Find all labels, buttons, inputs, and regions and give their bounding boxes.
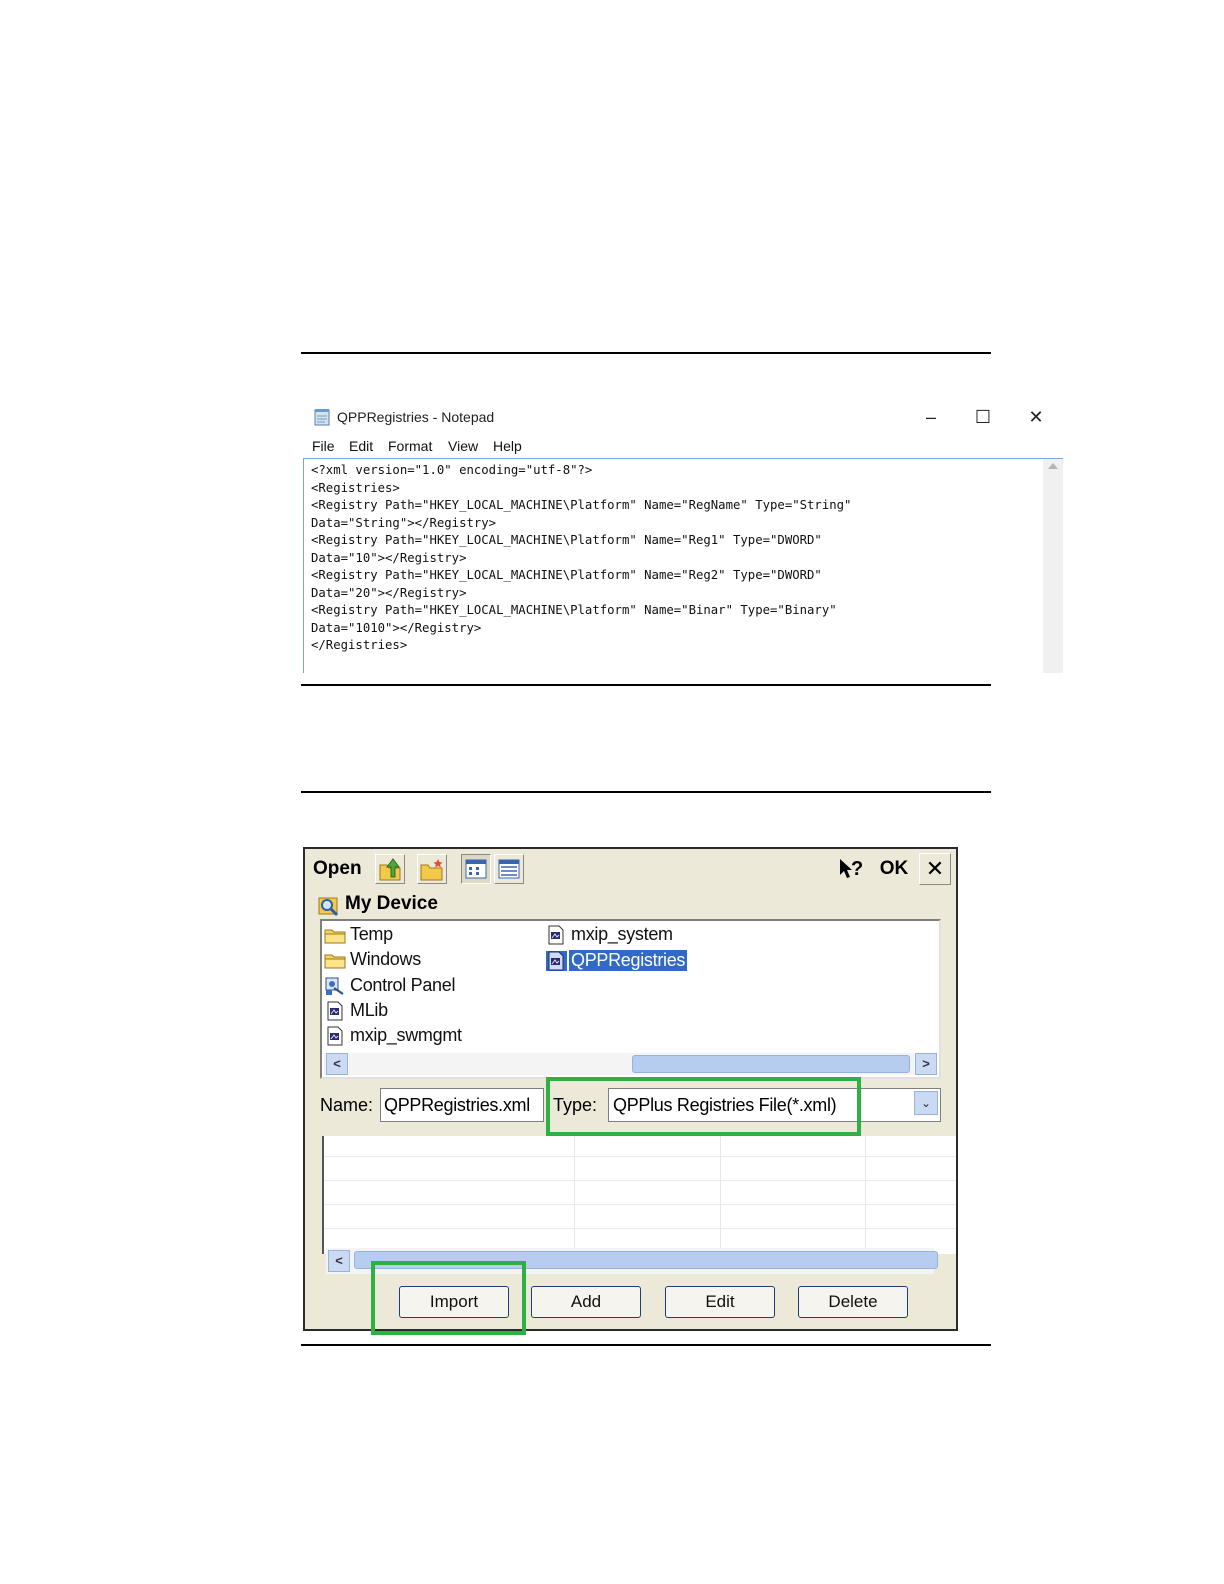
scroll-right-button[interactable]: > (915, 1053, 937, 1075)
delete-button[interactable]: Delete (798, 1286, 908, 1318)
menu-edit[interactable]: Edit (349, 438, 373, 454)
menu-format[interactable]: Format (388, 438, 432, 454)
dropdown-arrow-icon[interactable]: ⌄ (914, 1091, 938, 1115)
menu-help[interactable]: Help (493, 438, 522, 454)
xml-line: <?xml version="1.0" encoding="utf-8"?> (311, 463, 593, 477)
scroll-thumb[interactable] (632, 1055, 910, 1073)
file-label: mxip_system (571, 924, 673, 944)
grid-row-line (324, 1180, 956, 1181)
xml-line: <Registry Path="HKEY_LOCAL_MACHINE\Platf… (311, 533, 822, 547)
scroll-up-arrow-icon[interactable] (1048, 463, 1058, 469)
name-input[interactable]: QPPRegistries.xml (380, 1088, 544, 1122)
xml-line: Data="String"></Registry> (311, 515, 497, 530)
grid-divider (720, 1136, 721, 1248)
xml-line: Data="10"></Registry> (311, 550, 467, 565)
list-view-button[interactable] (461, 854, 491, 884)
file-list-horizontal-scrollbar[interactable]: < > (324, 1053, 937, 1075)
file-label: Windows (350, 949, 421, 969)
add-button[interactable]: Add (531, 1286, 641, 1318)
document-icon (327, 1001, 343, 1021)
details-view-button[interactable] (494, 854, 524, 884)
name-label: Name: (320, 1095, 374, 1115)
scroll-left-button[interactable]: < (326, 1053, 348, 1075)
grid-row-line (324, 1228, 956, 1229)
control-panel-icon (325, 977, 344, 995)
xml-line: Data="20"></Registry> (311, 585, 467, 600)
help-label: ? (851, 858, 864, 880)
xml-line: <Registries> (311, 480, 400, 495)
notepad-titlebar: QPPRegistries - Notepad – ☐ ✕ (302, 398, 1064, 436)
file-list[interactable]: Temp Windows Control Panel MLib mxip_swm… (320, 919, 941, 1079)
registry-grid[interactable]: < (322, 1136, 956, 1274)
up-folder-icon (379, 858, 401, 881)
details-view-icon (498, 859, 520, 879)
dialog-title: Open (313, 858, 362, 879)
separator-rule-2 (301, 684, 991, 686)
grid-row-line (324, 1156, 956, 1157)
document-icon (546, 951, 567, 971)
grid-divider (865, 1136, 866, 1248)
xml-line: Data="1010"></Registry> (311, 620, 482, 635)
notepad-window: QPPRegistries - Notepad – ☐ ✕ File Edit … (302, 398, 1064, 673)
file-label: Temp (350, 924, 393, 944)
notepad-menubar: File Edit Format View Help (302, 436, 1064, 458)
xml-line: <Registry Path="HKEY_LOCAL_MACHINE\Platf… (311, 568, 822, 582)
new-folder-icon (420, 859, 443, 881)
up-folder-button[interactable] (375, 854, 405, 884)
edit-button[interactable]: Edit (665, 1286, 775, 1318)
dialog-toolbar: Open ? OK ✕ (305, 849, 956, 889)
xml-line: </Registries> (311, 638, 408, 652)
folder-icon (324, 954, 346, 969)
location-label: My Device (345, 893, 438, 914)
file-label: MLib (350, 1000, 388, 1020)
menu-file[interactable]: File (312, 438, 335, 454)
close-button[interactable]: ✕ (1021, 404, 1051, 430)
document-icon (548, 925, 564, 945)
help-button[interactable]: ? (837, 853, 867, 885)
grid-divider (574, 1136, 575, 1248)
notepad-text-area[interactable]: <?xml version="1.0" encoding="utf-8"?> <… (303, 458, 1063, 673)
list-view-icon (465, 859, 487, 879)
file-label: Control Panel (350, 975, 456, 995)
separator-rule-4 (301, 1344, 991, 1346)
file-label: QPPRegistries (569, 950, 688, 971)
separator-rule-3 (301, 791, 991, 793)
import-highlight-box (371, 1261, 526, 1335)
maximize-button[interactable]: ☐ (968, 404, 998, 430)
grid-row-line (324, 1204, 956, 1205)
xml-line: <Registry Path="HKEY_LOCAL_MACHINE\Platf… (311, 603, 837, 617)
xml-content: <?xml version="1.0" encoding="utf-8"?> <… (311, 462, 851, 655)
ok-button[interactable]: OK (878, 853, 910, 885)
file-label: mxip_swmgmt (350, 1025, 462, 1045)
grid-scroll-left-button[interactable]: < (328, 1250, 350, 1272)
new-folder-button[interactable] (417, 854, 447, 884)
type-highlight-box (546, 1077, 861, 1136)
notepad-app-icon (314, 409, 330, 426)
separator-rule-1 (301, 352, 991, 354)
my-device-icon (318, 897, 339, 917)
menu-view[interactable]: View (448, 438, 478, 454)
xml-line: <Registry Path="HKEY_LOCAL_MACHINE\Platf… (311, 498, 852, 512)
notepad-title: QPPRegistries - Notepad (337, 409, 495, 425)
minimize-button[interactable]: – (916, 404, 946, 430)
dialog-close-button[interactable]: ✕ (919, 853, 951, 885)
vertical-scrollbar[interactable] (1043, 459, 1063, 673)
document-icon (327, 1026, 343, 1046)
folder-icon (324, 929, 346, 944)
